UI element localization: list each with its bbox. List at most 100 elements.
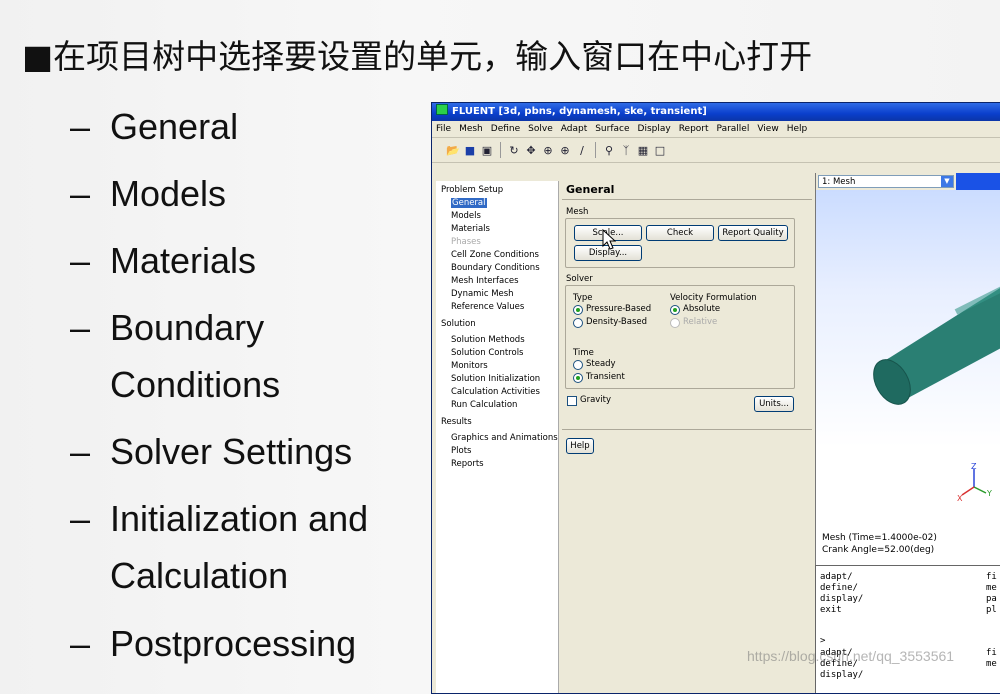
report-quality-button[interactable]: Report Quality <box>718 225 788 241</box>
graphics-tab-strip <box>956 173 1000 190</box>
toolbar: 📂 ■ ▣ ↻ ✥ ⊕ ⊕ ∕ ⚲ ᛉ ▦ □ <box>432 138 1000 163</box>
rotate-icon[interactable]: ↻ <box>507 143 521 157</box>
density-based-radio[interactable] <box>573 318 583 328</box>
console-line: fi <box>986 572 997 582</box>
graphics-dropdown[interactable]: 1: Mesh ▼ <box>818 175 954 188</box>
zoom-in-icon[interactable]: ⊕ <box>541 143 555 157</box>
tree-item-boundary[interactable]: Boundary Conditions <box>451 263 540 273</box>
transient-radio[interactable] <box>573 373 583 383</box>
bullet-dash: – <box>70 623 91 664</box>
tree-item-solution-methods[interactable]: Solution Methods <box>451 335 525 345</box>
bullet-materials: – Materials <box>70 232 256 289</box>
mesh-geometry <box>873 286 1000 405</box>
window-icon[interactable]: □ <box>653 143 667 157</box>
time-label: Time <box>573 348 594 358</box>
bullet-text: Boundary <box>110 307 265 348</box>
gravity-checkbox[interactable] <box>567 396 577 406</box>
menu-surface[interactable]: Surface <box>595 124 629 134</box>
absolute-label: Absolute <box>683 304 721 314</box>
console-line: display/ <box>820 594 864 604</box>
tree-item-phases: Phases <box>451 237 481 247</box>
tree-item-solution-controls[interactable]: Solution Controls <box>451 348 523 358</box>
probe-icon[interactable]: ∕ <box>575 143 589 157</box>
bullet-text: General <box>110 106 239 147</box>
menubar: File Mesh Define Solve Adapt Surface Display Re… <box>432 121 1000 138</box>
tree-item-materials[interactable]: Materials <box>451 224 490 234</box>
console-line: > <box>820 636 826 646</box>
tree-item-reference-values[interactable]: Reference Values <box>451 302 524 312</box>
watermark: https://blog.csdn.net/qq_3553561 <box>747 648 955 664</box>
bullet-text: Postprocessing <box>110 623 357 664</box>
mouse-cursor-icon <box>602 229 616 250</box>
panel-title: General <box>566 183 615 196</box>
console-line: exit <box>820 605 842 615</box>
window-title: FLUENT [3d, pbns, dynamesh, ske, transie… <box>452 106 707 117</box>
menu-report[interactable]: Report <box>679 124 709 134</box>
relative-radio <box>670 318 680 328</box>
help-button[interactable]: Help <box>566 438 594 454</box>
general-task-panel: General Mesh Scale... Check Report Quali… <box>562 181 814 693</box>
menu-help[interactable]: Help <box>787 124 808 134</box>
pressure-based-label: Pressure-Based <box>586 304 652 314</box>
tree-item-calc-activities[interactable]: Calculation Activities <box>451 387 540 397</box>
mesh-time-label: Mesh (Time=1.4000e-02) <box>822 533 937 543</box>
console-window[interactable]: adapt/ define/ display/ exit > adapt/ de… <box>815 565 1000 693</box>
menu-parallel[interactable]: Parallel <box>717 124 750 134</box>
solver-group-label: Solver <box>566 274 593 284</box>
tree-item-general[interactable]: General <box>451 198 487 208</box>
tree-item-mesh-interfaces[interactable]: Mesh Interfaces <box>451 276 519 286</box>
window-titlebar[interactable]: FLUENT [3d, pbns, dynamesh, ske, transie… <box>432 103 1000 121</box>
tree-results[interactable]: Results <box>441 417 472 427</box>
bullet-dash: – <box>70 240 91 281</box>
camera-icon[interactable]: ▣ <box>480 143 494 157</box>
bullet-text: Materials <box>110 240 257 281</box>
graphics-window[interactable]: 1: Mesh ▼ Z Y X Mesh (Time=1.4000e-02) Cr… <box>815 173 1000 565</box>
fluent-window: FLUENT [3d, pbns, dynamesh, ske, transie… <box>431 102 1000 694</box>
console-line: define/ <box>820 583 858 593</box>
tree-item-solution-init[interactable]: Solution Initialization <box>451 374 540 384</box>
tree-item-models[interactable]: Models <box>451 211 481 221</box>
tree-problem-setup[interactable]: Problem Setup <box>441 185 503 195</box>
tree-item-cell-zone[interactable]: Cell Zone Conditions <box>451 250 539 260</box>
open-icon[interactable]: 📂 <box>446 143 460 157</box>
menu-define[interactable]: Define <box>491 124 520 134</box>
chevron-down-icon[interactable]: ▼ <box>941 176 953 187</box>
tree-solution[interactable]: Solution <box>441 319 476 329</box>
bullet-text: Initialization and <box>110 498 369 539</box>
pressure-based-radio[interactable] <box>573 305 583 315</box>
menu-mesh[interactable]: Mesh <box>459 124 483 134</box>
units-button[interactable]: Units... <box>754 396 794 412</box>
menu-solve[interactable]: Solve <box>528 124 553 134</box>
crank-angle-label: Crank Angle=52.00(deg) <box>822 545 935 555</box>
console-line: adapt/ <box>820 572 853 582</box>
gravity-label: Gravity <box>580 395 612 405</box>
bullet-dash: – <box>70 173 91 214</box>
bullet-general: – General <box>70 98 238 155</box>
bullet-dash: – <box>70 106 91 147</box>
pan-icon[interactable]: ✥ <box>524 143 538 157</box>
bullet-text: Models <box>110 173 227 214</box>
check-button[interactable]: Check <box>646 225 714 241</box>
tree-item-plots[interactable]: Plots <box>451 446 471 456</box>
tree-item-reports[interactable]: Reports <box>451 459 484 469</box>
axes-icon[interactable]: ᛉ <box>619 143 633 157</box>
bullet-models: – Models <box>70 165 226 222</box>
absolute-radio[interactable] <box>670 305 680 315</box>
slide-title: ■在项目树中选择要设置的单元，输入窗口在中心打开 <box>22 37 813 76</box>
menu-file[interactable]: File <box>436 124 451 134</box>
tree-item-monitors[interactable]: Monitors <box>451 361 488 371</box>
save-icon[interactable]: ■ <box>463 143 477 157</box>
magnify-icon[interactable]: ⚲ <box>602 143 616 157</box>
tree-item-graphics[interactable]: Graphics and Animations <box>451 433 558 443</box>
fluent-app-icon <box>436 104 448 115</box>
zoom-box-icon[interactable]: ⊕ <box>558 143 572 157</box>
menu-view[interactable]: View <box>757 124 778 134</box>
steady-radio[interactable] <box>573 360 583 370</box>
console-line: pa <box>986 594 997 604</box>
tree-item-run-calculation[interactable]: Run Calculation <box>451 400 517 410</box>
menu-display[interactable]: Display <box>638 124 671 134</box>
tree-item-dynamic-mesh[interactable]: Dynamic Mesh <box>451 289 514 299</box>
layout-icon[interactable]: ▦ <box>636 143 650 157</box>
menu-adapt[interactable]: Adapt <box>561 124 587 134</box>
bullet-solver-settings: – Solver Settings <box>70 423 352 480</box>
